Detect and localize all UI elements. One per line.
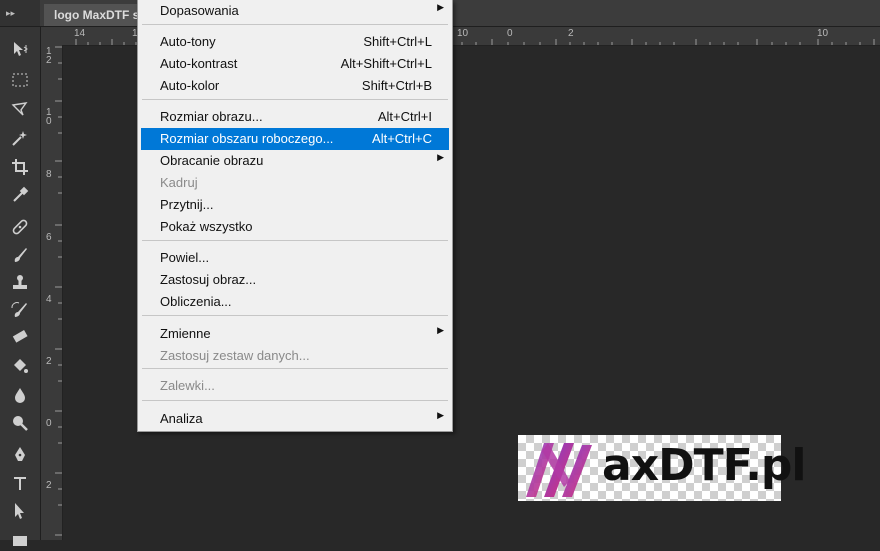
ruler-label: 2 — [46, 356, 52, 367]
menu-item-label: Rozmiar obszaru roboczego... — [160, 131, 334, 146]
ruler-label: 0 — [46, 116, 52, 127]
submenu-arrow-icon: ▶ — [437, 2, 444, 12]
path-selection-tool-icon[interactable] — [6, 499, 34, 523]
ruler-label: 0 — [46, 418, 52, 429]
rectangle-tool-icon[interactable] — [6, 527, 34, 551]
menu-item-label: Powiel... — [160, 250, 210, 265]
menu-item-obliczenia[interactable]: Obliczenia... — [141, 291, 449, 313]
eraser-tool-icon[interactable] — [6, 325, 34, 349]
menu-separator — [142, 240, 448, 241]
menu-item-pokaz-wszystko[interactable]: Pokaż wszystko — [141, 216, 449, 238]
menu-item-label: Auto-tony — [160, 34, 216, 49]
menu-item-label: Dopasowania — [160, 3, 239, 18]
menu-item-label: Obracanie obrazu — [160, 153, 264, 168]
menu-separator — [142, 24, 448, 25]
menu-separator — [142, 99, 448, 100]
eyedropper-tool-icon[interactable] — [6, 183, 34, 207]
history-brush-tool-icon[interactable] — [6, 298, 34, 322]
menu-separator — [142, 368, 448, 369]
menu-item-powiel[interactable]: Powiel... — [141, 247, 449, 269]
menu-item-zalewki[interactable]: Zalewki... — [141, 375, 449, 397]
magic-wand-tool-icon[interactable] — [6, 126, 34, 150]
menu-item-label: Auto-kolor — [160, 78, 220, 93]
menu-item-auto-kolor[interactable]: Auto-kolor Shift+Ctrl+B — [141, 75, 449, 97]
ruler-label: 2 — [46, 480, 52, 491]
ruler-corner[interactable] — [41, 27, 62, 45]
clone-stamp-tool-icon[interactable] — [6, 271, 34, 295]
menu-item-zmienne[interactable]: Zmienne ▶ — [141, 323, 449, 345]
menu-item-label: Pokaż wszystko — [160, 219, 253, 234]
menu-item-label: Zastosuj obraz... — [160, 272, 257, 287]
ruler-label: 6 — [46, 232, 52, 243]
dodge-tool-icon[interactable] — [6, 411, 34, 435]
menu-item-label: Zmienne — [160, 326, 211, 341]
lasso-tool-icon[interactable] — [6, 97, 34, 121]
menu-item-zastosuj-obraz[interactable]: Zastosuj obraz... — [141, 269, 449, 291]
menu-item-zastosuj-zestaw-danych[interactable]: Zastosuj zestaw danych... — [141, 345, 449, 367]
menu-item-label: Auto-kontrast — [160, 56, 238, 71]
image-menu-dropdown: Dopasowania ▶ Auto-tony Shift+Ctrl+L Auto-… — [137, 0, 453, 432]
panel-collapse-icon[interactable]: ▸▸ — [0, 0, 40, 26]
menu-item-auto-tony[interactable]: Auto-tony Shift+Ctrl+L — [141, 31, 449, 53]
ruler-label: 10 — [817, 28, 829, 39]
healing-brush-tool-icon[interactable] — [6, 215, 34, 239]
type-tool-icon[interactable] — [6, 471, 34, 495]
ruler-label: 2 — [46, 55, 52, 66]
ruler-label: 8 — [46, 169, 52, 180]
menu-item-analiza[interactable]: Analiza ▶ — [141, 408, 449, 430]
marquee-tool-icon[interactable] — [6, 68, 34, 92]
brush-tool-icon[interactable] — [6, 243, 34, 267]
menu-item-shortcut: Alt+Shift+Ctrl+L — [340, 56, 432, 71]
document-tab[interactable]: logo MaxDTF s — [44, 4, 140, 26]
ruler-label: 4 — [46, 294, 52, 305]
logo-mark-icon — [526, 443, 592, 497]
pen-tool-icon[interactable] — [6, 443, 34, 467]
ruler-label: 2 — [568, 28, 574, 39]
submenu-arrow-icon: ▶ — [437, 152, 444, 162]
menu-item-auto-kontrast[interactable]: Auto-kontrast Alt+Shift+Ctrl+L — [141, 53, 449, 75]
crop-tool-icon[interactable] — [6, 155, 34, 179]
submenu-arrow-icon: ▶ — [437, 325, 444, 335]
menu-item-shortcut: Alt+Ctrl+C — [372, 131, 432, 146]
menu-item-label: Kadruj — [160, 175, 198, 190]
menu-item-label: Rozmiar obrazu... — [160, 109, 263, 124]
menu-item-label: Obliczenia... — [160, 294, 232, 309]
vertical-ruler[interactable]: 1 2 1 0 8 6 4 2 0 2 — [41, 45, 63, 540]
ruler-label: 14 — [74, 28, 86, 39]
menu-item-przytnij[interactable]: Przytnij... — [141, 194, 449, 216]
blur-tool-icon[interactable] — [6, 383, 34, 407]
menu-item-rozmiar-obrazu[interactable]: Rozmiar obrazu... Alt+Ctrl+I — [141, 106, 449, 128]
menu-item-shortcut: Shift+Ctrl+B — [361, 78, 432, 93]
paint-bucket-tool-icon[interactable] — [6, 354, 34, 378]
menu-item-kadruj[interactable]: Kadruj — [141, 172, 449, 194]
tools-panel — [0, 27, 41, 546]
menu-item-label: Analiza — [160, 411, 203, 426]
submenu-arrow-icon: ▶ — [437, 410, 444, 420]
menu-item-label: Przytnij... — [160, 197, 214, 212]
menu-item-label: Zastosuj zestaw danych... — [160, 348, 310, 363]
menu-item-shortcut: Alt+Ctrl+I — [377, 109, 432, 124]
menu-item-dopasowania[interactable]: Dopasowania ▶ — [141, 0, 449, 22]
logo-text: axDTF.pl — [602, 440, 806, 491]
menu-item-label: Zalewki... — [160, 378, 215, 393]
move-tool-icon[interactable] — [6, 37, 34, 61]
logo-image[interactable]: axDTF.pl — [518, 435, 806, 501]
ruler-label: 10 — [457, 28, 469, 39]
menu-separator — [142, 315, 448, 316]
menu-item-shortcut: Shift+Ctrl+L — [363, 34, 432, 49]
ruler-label: 0 — [507, 28, 513, 39]
menu-separator — [142, 400, 448, 401]
menu-item-obracanie-obrazu[interactable]: Obracanie obrazu ▶ — [141, 150, 449, 172]
menu-item-rozmiar-obszaru-roboczego[interactable]: Rozmiar obszaru roboczego... Alt+Ctrl+C — [141, 128, 449, 150]
